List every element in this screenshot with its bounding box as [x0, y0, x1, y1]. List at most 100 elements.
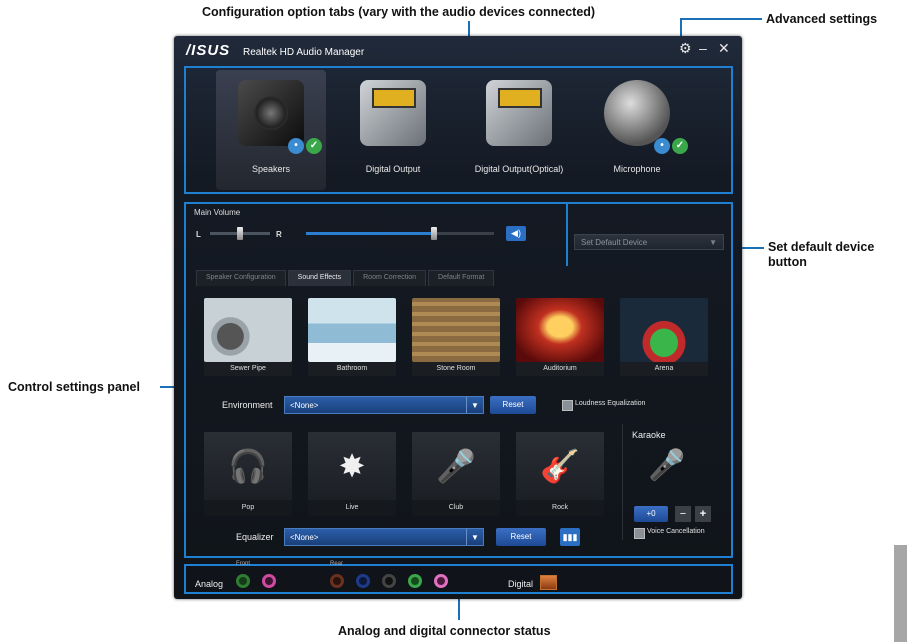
environment-arena[interactable]: Arena	[620, 298, 708, 376]
equalizer-label: Equalizer	[236, 532, 274, 542]
gear-icon[interactable]: ⚙	[679, 40, 692, 57]
eq-preset-live[interactable]: ✸ Live	[308, 432, 396, 516]
auditorium-icon	[516, 298, 604, 362]
equalizer-graphic-button[interactable]: ▮▮▮	[560, 528, 580, 546]
device-tab-speakers[interactable]: • ✓ Speakers	[216, 70, 326, 190]
digital-label: Digital	[508, 579, 534, 589]
window-title: Realtek HD Audio Manager	[242, 47, 365, 58]
eq-preset-label: Live	[308, 500, 396, 516]
callout-config-tabs: Configuration option tabs (vary with the…	[202, 5, 596, 19]
eq-preset-rock[interactable]: 🎸 Rock	[516, 432, 604, 516]
environment-auditorium[interactable]: Auditorium	[516, 298, 604, 376]
environment-value: <None>	[290, 401, 319, 410]
environment-label: Stone Room	[412, 362, 500, 376]
callout-advanced-line-h	[680, 18, 762, 20]
callout-set-default: Set default device button	[768, 240, 875, 269]
mute-button[interactable]: ◀)	[506, 226, 526, 241]
chat-badge-icon: •	[288, 138, 304, 154]
front-green-jack	[236, 574, 250, 588]
tab-speaker-configuration[interactable]: Speaker Configuration	[196, 270, 286, 286]
check-badge-icon: ✓	[672, 138, 688, 154]
device-tab-microphone[interactable]: • ✓ Microphone	[582, 70, 692, 190]
karaoke-minus-button[interactable]: −	[675, 506, 691, 522]
callout-control-panel: Control settings panel	[8, 380, 140, 394]
eq-preset-club[interactable]: 🎤 Club	[412, 432, 500, 516]
device-label: Microphone	[613, 164, 661, 174]
bathroom-icon	[308, 298, 396, 362]
environment-reset-button[interactable]: Reset	[490, 396, 536, 414]
microphone-icon: • ✓	[604, 80, 688, 154]
main-volume-label: Main Volume	[194, 208, 241, 217]
microphone-icon: 🎤	[412, 432, 500, 500]
loudness-equalization-checkbox[interactable]	[562, 400, 573, 411]
callout-connector: Analog and digital connector status	[338, 624, 551, 638]
chevron-down-icon: ▼	[466, 397, 483, 413]
environment-label: Bathroom	[308, 362, 396, 376]
tab-sound-effects[interactable]: Sound Effects	[287, 270, 352, 286]
stone-room-icon	[412, 298, 500, 362]
eq-preset-label: Pop	[204, 500, 292, 516]
set-default-highlight-h	[566, 202, 568, 266]
karaoke-mic-icon: 🎤	[648, 449, 686, 482]
device-tab-digital-output[interactable]: Digital Output	[338, 70, 448, 190]
environment-label: Environment	[222, 400, 273, 410]
digital-connector-icon	[540, 575, 557, 590]
tab-default-format[interactable]: Default Format	[428, 270, 495, 286]
voice-cancellation-checkbox[interactable]	[634, 528, 645, 539]
title-bar: /ISUS Realtek HD Audio Manager	[186, 42, 364, 59]
audio-manager-window: /ISUS Realtek HD Audio Manager ⚙ – ✕ • ✓…	[174, 36, 742, 599]
loudness-equalization-label: Loudness Equalization	[575, 400, 646, 407]
front-pink-jack	[262, 574, 276, 588]
chevron-down-icon: ▼	[466, 529, 483, 545]
asus-logo: /ISUS	[186, 42, 231, 59]
callout-connector-line	[458, 598, 460, 620]
environment-sewer-pipe[interactable]: Sewer Pipe	[204, 298, 292, 376]
guitar-icon: 🎸	[516, 432, 604, 500]
volume-left-label: L	[196, 230, 201, 239]
equalizer-value: <None>	[290, 533, 319, 542]
eq-preset-label: Rock	[516, 500, 604, 516]
set-default-device-button[interactable]: Set Default Device ▼	[574, 234, 724, 250]
equalizer-reset-button[interactable]: Reset	[496, 528, 546, 546]
environment-bathroom[interactable]: Bathroom	[308, 298, 396, 376]
tab-room-correction[interactable]: Room Correction	[353, 270, 427, 286]
karaoke-title: Karaoke	[632, 430, 666, 440]
rear-black-jack	[382, 574, 396, 588]
device-label: Digital Output	[365, 164, 421, 174]
chevron-down-icon: ▼	[709, 238, 717, 247]
eq-preset-pop[interactable]: 🎧 Pop	[204, 432, 292, 516]
eq-preset-label: Club	[412, 500, 500, 516]
balance-knob[interactable]	[237, 227, 243, 240]
check-badge-icon: ✓	[306, 138, 322, 154]
chat-badge-icon: •	[654, 138, 670, 154]
minimize-icon[interactable]: –	[699, 40, 707, 56]
headphones-icon: 🎧	[204, 432, 292, 500]
environment-label: Sewer Pipe	[204, 362, 292, 376]
environment-label: Auditorium	[516, 362, 604, 376]
rear-pink-jack	[434, 574, 448, 588]
volume-knob[interactable]	[430, 227, 437, 240]
arena-icon	[620, 298, 708, 362]
speaker-volume-icon: ◀)	[511, 228, 521, 238]
equalizer-dropdown[interactable]: <None> ▼	[284, 528, 484, 546]
settings-tabs: Speaker Configuration Sound Effects Room…	[196, 270, 495, 286]
front-label: Front	[236, 561, 251, 567]
rear-green-jack	[408, 574, 422, 588]
environment-stone-room[interactable]: Stone Room	[412, 298, 500, 376]
device-tab-digital-output-optical[interactable]: Digital Output(Optical)	[464, 70, 574, 190]
karaoke-plus-button[interactable]: +	[695, 506, 711, 522]
analog-label: Analog	[195, 579, 224, 589]
callout-advanced: Advanced settings	[766, 12, 878, 26]
digital-output-optical-icon	[486, 80, 552, 146]
close-icon[interactable]: ✕	[718, 40, 730, 57]
volume-right-label: R	[276, 230, 282, 239]
environment-dropdown[interactable]: <None> ▼	[284, 396, 484, 414]
rear-blue-jack	[356, 574, 370, 588]
volume-fill	[306, 232, 434, 235]
equalizer-bars-icon: ▮▮▮	[562, 532, 578, 542]
rear-label: Rear	[330, 561, 344, 567]
disco-ball-icon: ✸	[308, 432, 396, 500]
digital-output-icon	[360, 80, 426, 146]
rear-brown-jack	[330, 574, 344, 588]
device-label: Speakers	[251, 164, 291, 174]
